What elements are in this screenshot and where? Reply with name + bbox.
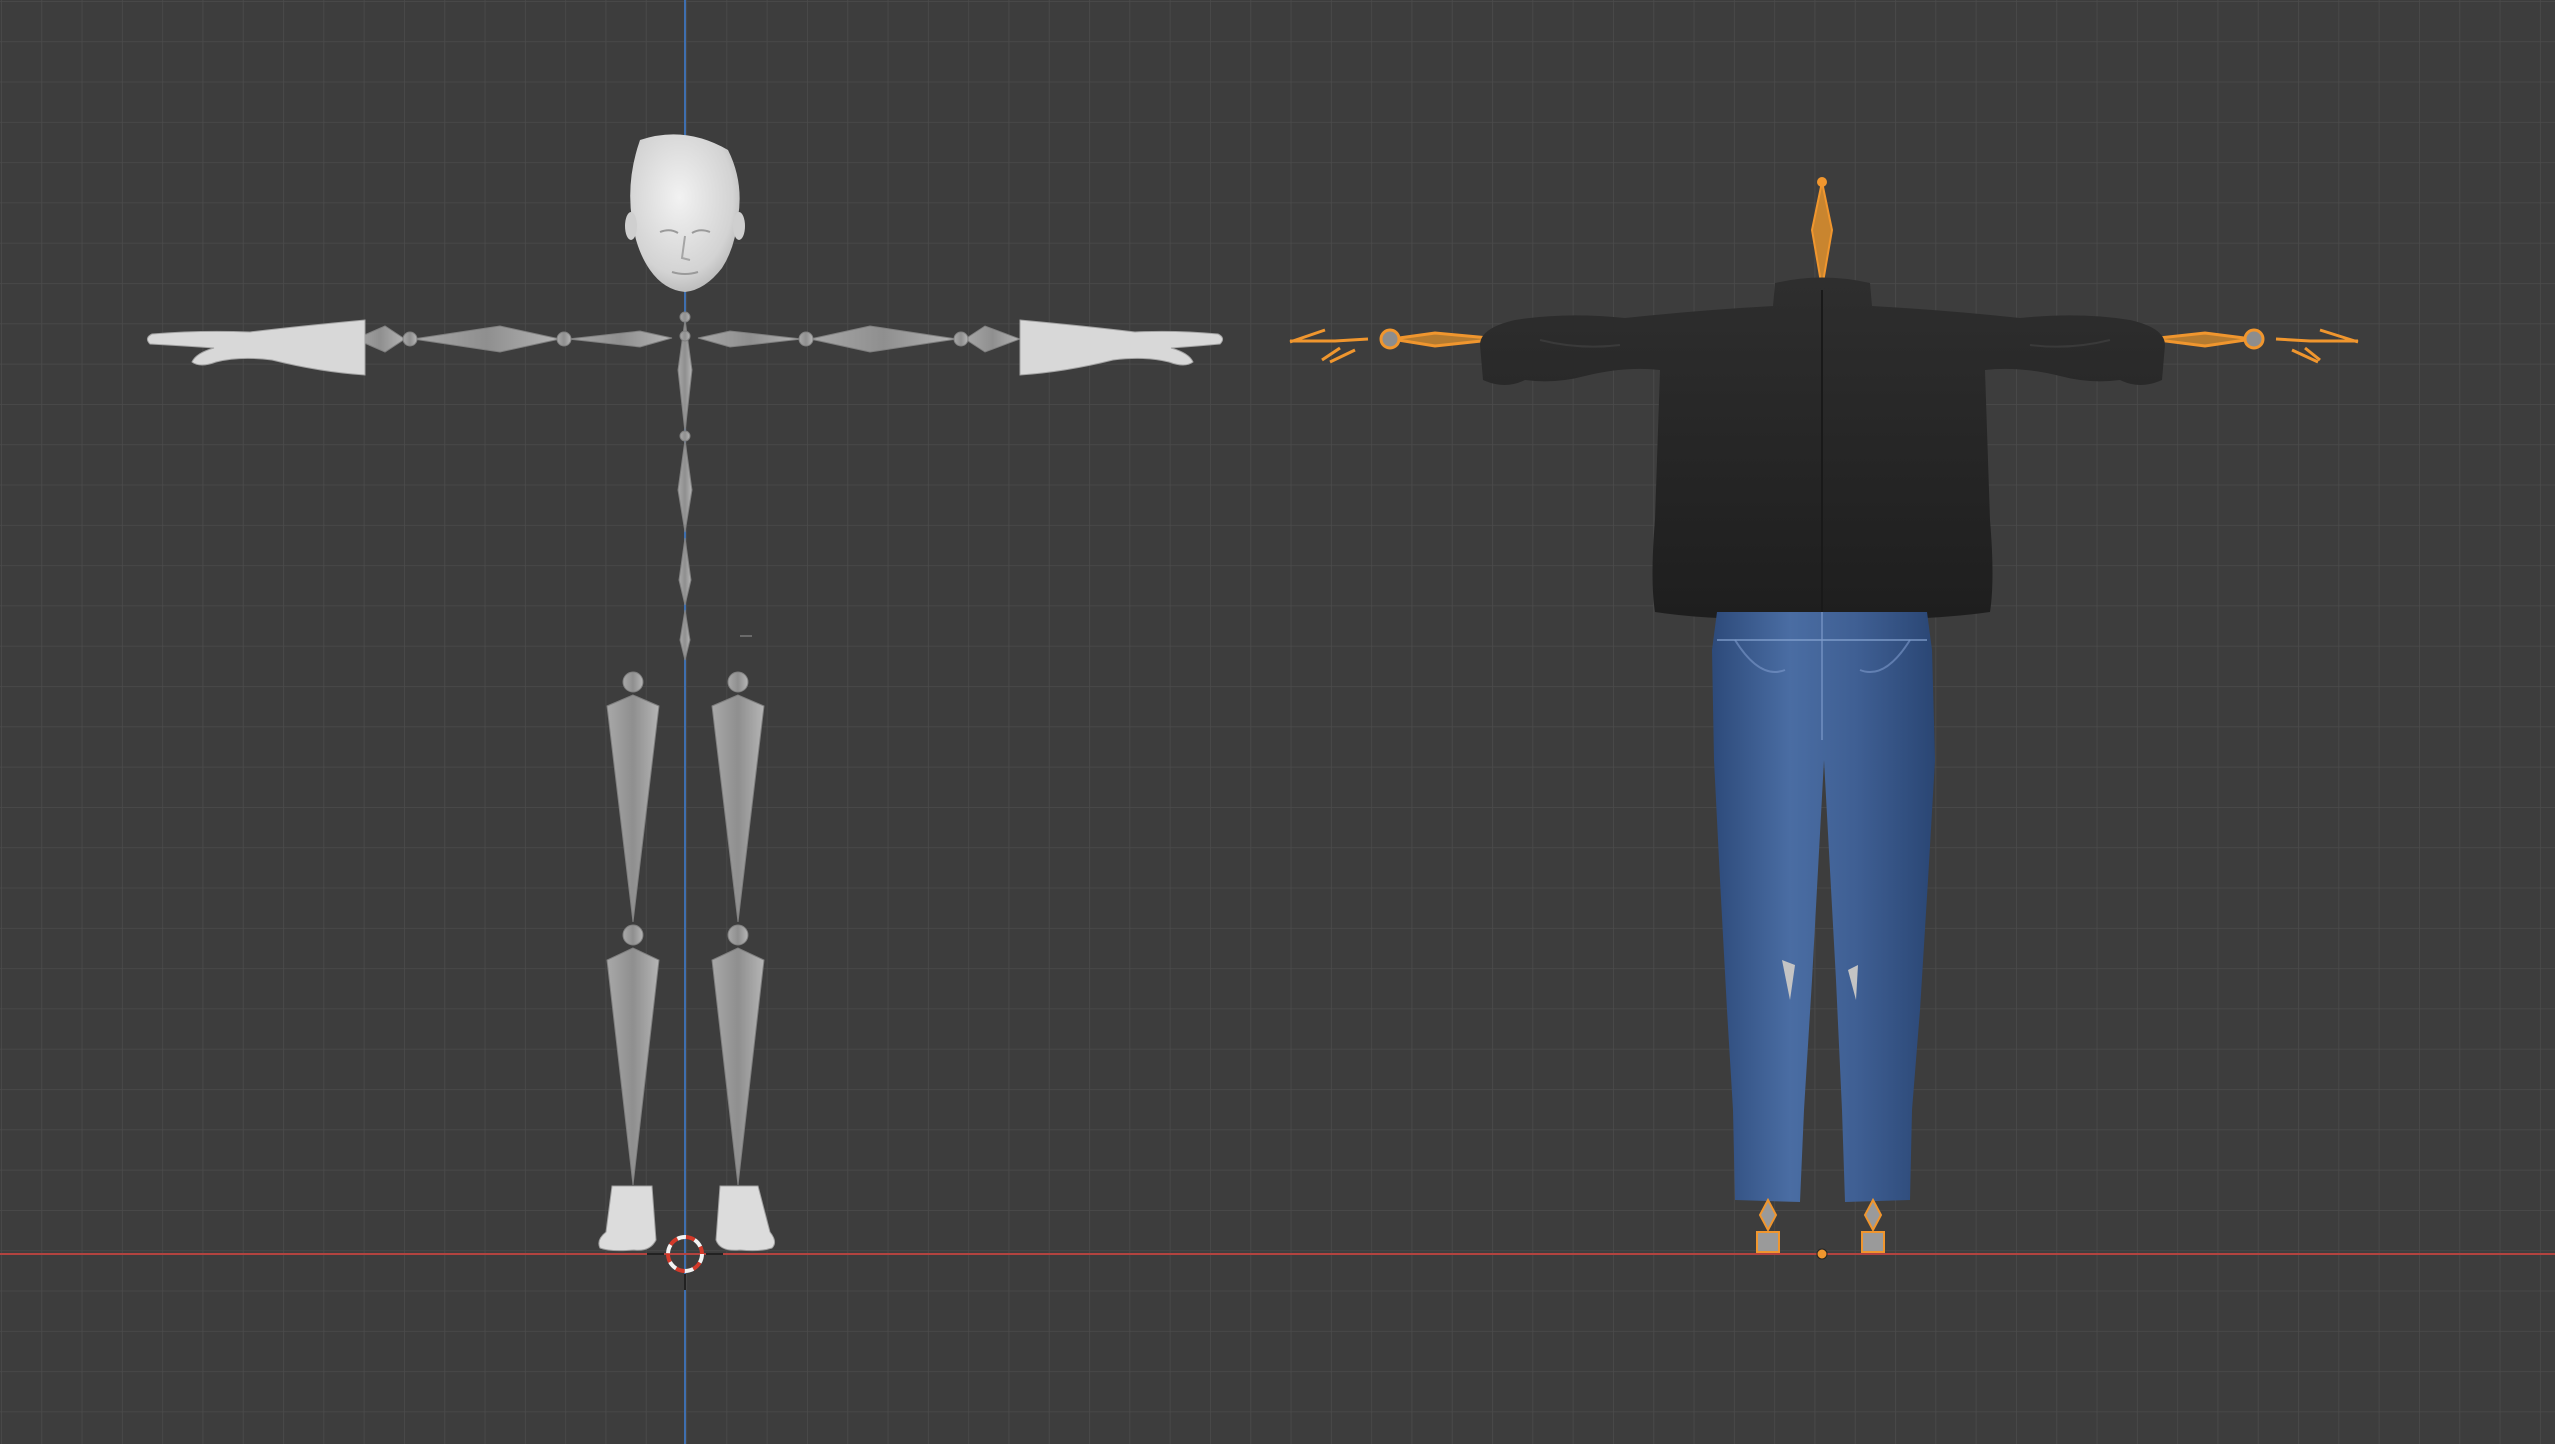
3d-viewport[interactable] — [0, 0, 2555, 1444]
viewport-grid — [0, 0, 2555, 1444]
object-origin-dot — [1816, 1248, 1828, 1260]
viewport-canvas[interactable] — [0, 0, 2555, 1444]
